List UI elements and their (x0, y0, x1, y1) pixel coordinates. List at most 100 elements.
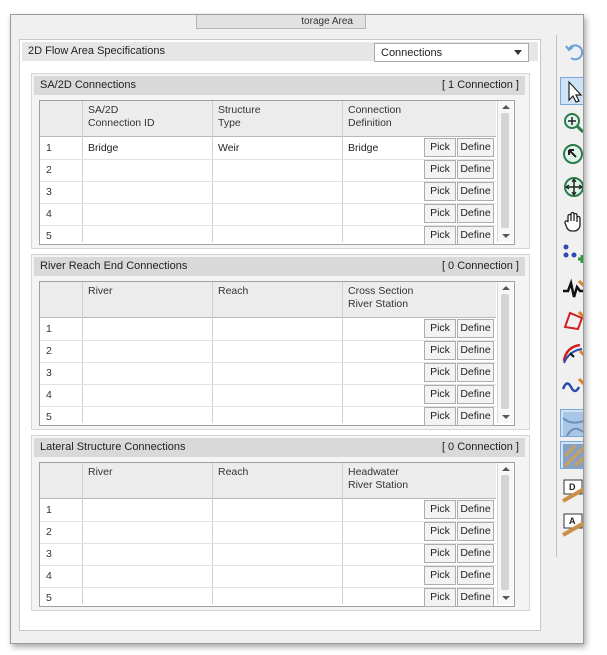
polygon-edit-icon[interactable] (560, 307, 583, 335)
select-arrow-icon[interactable] (560, 77, 583, 105)
editor-window: torage Area 2D Flow Area Specifications … (10, 14, 584, 644)
pan-arrow-icon[interactable] (560, 141, 583, 169)
connection-definition-cell[interactable]: Bridge (348, 142, 378, 154)
table-scrollbar[interactable] (497, 101, 513, 242)
define-button[interactable]: Define (457, 522, 494, 541)
pick-button[interactable]: Pick (424, 341, 456, 360)
pick-button[interactable]: Pick (424, 566, 456, 585)
table-header: River Reach Headwater River Station (40, 463, 496, 499)
group-header: SA/2D Connections [ 1 Connection ] (34, 76, 525, 95)
pick-button[interactable]: Pick (424, 544, 456, 563)
chevron-down-icon (514, 50, 522, 55)
view-dropdown[interactable]: Connections (374, 43, 529, 62)
svg-text:A: A (569, 516, 576, 526)
add-points-icon[interactable] (560, 241, 583, 269)
scroll-down-icon[interactable] (502, 415, 510, 419)
define-button[interactable]: Define (457, 500, 494, 519)
table-row: 5 Pick Define (40, 225, 496, 247)
lateral-structure-table: River Reach Headwater River Station 1 Pi… (39, 462, 515, 607)
pick-button[interactable]: Pick (424, 363, 456, 382)
pick-button[interactable]: Pick (424, 385, 456, 404)
profile-line-icon[interactable] (560, 275, 583, 303)
define-button[interactable]: Define (457, 407, 494, 426)
storage-area-tab[interactable]: torage Area (196, 15, 366, 29)
table-row: 4 Pick Define (40, 203, 496, 226)
a-measure-icon[interactable]: A (560, 511, 583, 539)
define-button[interactable]: Define (457, 341, 494, 360)
pick-button[interactable]: Pick (424, 319, 456, 338)
pick-button[interactable]: Pick (424, 138, 456, 157)
group-title: SA/2D Connections (40, 79, 136, 91)
move-cross-icon[interactable] (560, 173, 583, 201)
scroll-up-icon[interactable] (502, 467, 510, 471)
table-row: 1 Pick Define (40, 499, 496, 522)
define-button[interactable]: Define (457, 319, 494, 338)
scroll-thumb[interactable] (501, 475, 509, 590)
table-row: 4 Pick Define (40, 384, 496, 407)
table-row: 5 Pick Define (40, 406, 496, 428)
column-header: Cross Section River Station (348, 285, 414, 310)
scroll-up-icon[interactable] (502, 286, 510, 290)
undo-icon[interactable] (560, 39, 583, 67)
map-layer-icon[interactable] (560, 409, 583, 437)
table-header: SA/2D Connection ID Structure Type Conne… (40, 101, 496, 137)
table-row: 4 Pick Define (40, 565, 496, 588)
scroll-thumb[interactable] (501, 294, 509, 409)
pick-button[interactable]: Pick (424, 588, 456, 607)
pick-button[interactable]: Pick (424, 204, 456, 223)
group-count: [ 1 Connection ] (441, 79, 519, 91)
zoom-icon[interactable] (560, 109, 583, 137)
column-header: Structure Type (218, 104, 261, 129)
define-button[interactable]: Define (457, 226, 494, 245)
define-button[interactable]: Define (457, 204, 494, 223)
table-row: 2 Pick Define (40, 159, 496, 182)
define-button[interactable]: Define (457, 566, 494, 585)
wave-line-icon[interactable] (560, 373, 583, 401)
connection-id-cell[interactable]: Bridge (88, 142, 118, 154)
sa2d-connections-table: SA/2D Connection ID Structure Type Conne… (39, 100, 515, 245)
flow-path-icon[interactable] (560, 339, 583, 367)
scroll-thumb[interactable] (501, 113, 509, 228)
table-header: River Reach Cross Section River Station (40, 282, 496, 318)
table-scrollbar[interactable] (497, 282, 513, 423)
column-header: Reach (218, 466, 249, 478)
row-number: 1 (46, 323, 52, 335)
pick-button[interactable]: Pick (424, 522, 456, 541)
column-header: SA/2D Connection ID (88, 104, 155, 129)
hand-icon[interactable] (560, 207, 583, 235)
row-number: 3 (46, 548, 52, 560)
scroll-down-icon[interactable] (502, 234, 510, 238)
column-header: River (88, 285, 113, 297)
scroll-up-icon[interactable] (502, 105, 510, 109)
d-measure-icon[interactable]: D (560, 477, 583, 505)
sa2d-connections-group: SA/2D Connections [ 1 Connection ] SA/2D… (31, 73, 530, 249)
scroll-down-icon[interactable] (502, 596, 510, 600)
row-number: 1 (46, 142, 52, 154)
pick-button[interactable]: Pick (424, 160, 456, 179)
table-row: 3 Pick Define (40, 543, 496, 566)
table-row: 2 Pick Define (40, 521, 496, 544)
define-button[interactable]: Define (457, 182, 494, 201)
table-row: 3 Pick Define (40, 181, 496, 204)
pick-button[interactable]: Pick (424, 500, 456, 519)
define-button[interactable]: Define (457, 588, 494, 607)
define-button[interactable]: Define (457, 138, 494, 157)
row-number: 5 (46, 230, 52, 242)
table-scrollbar[interactable] (497, 463, 513, 604)
define-button[interactable]: Define (457, 160, 494, 179)
group-header: River Reach End Connections [ 0 Connecti… (34, 257, 525, 276)
row-number: 3 (46, 186, 52, 198)
define-button[interactable]: Define (457, 385, 494, 404)
structure-type-cell[interactable]: Weir (218, 142, 239, 154)
define-button[interactable]: Define (457, 363, 494, 382)
column-header: Headwater River Station (348, 466, 409, 491)
pick-button[interactable]: Pick (424, 226, 456, 245)
river-reach-end-connections-group: River Reach End Connections [ 0 Connecti… (31, 254, 530, 430)
pick-button[interactable]: Pick (424, 182, 456, 201)
terrain-layer-icon[interactable] (560, 441, 583, 469)
define-button[interactable]: Define (457, 544, 494, 563)
group-count: [ 0 Connection ] (441, 441, 519, 453)
flow-area-panel: 2D Flow Area Specifications Connections … (19, 39, 541, 631)
row-number: 5 (46, 592, 52, 604)
pick-button[interactable]: Pick (424, 407, 456, 426)
